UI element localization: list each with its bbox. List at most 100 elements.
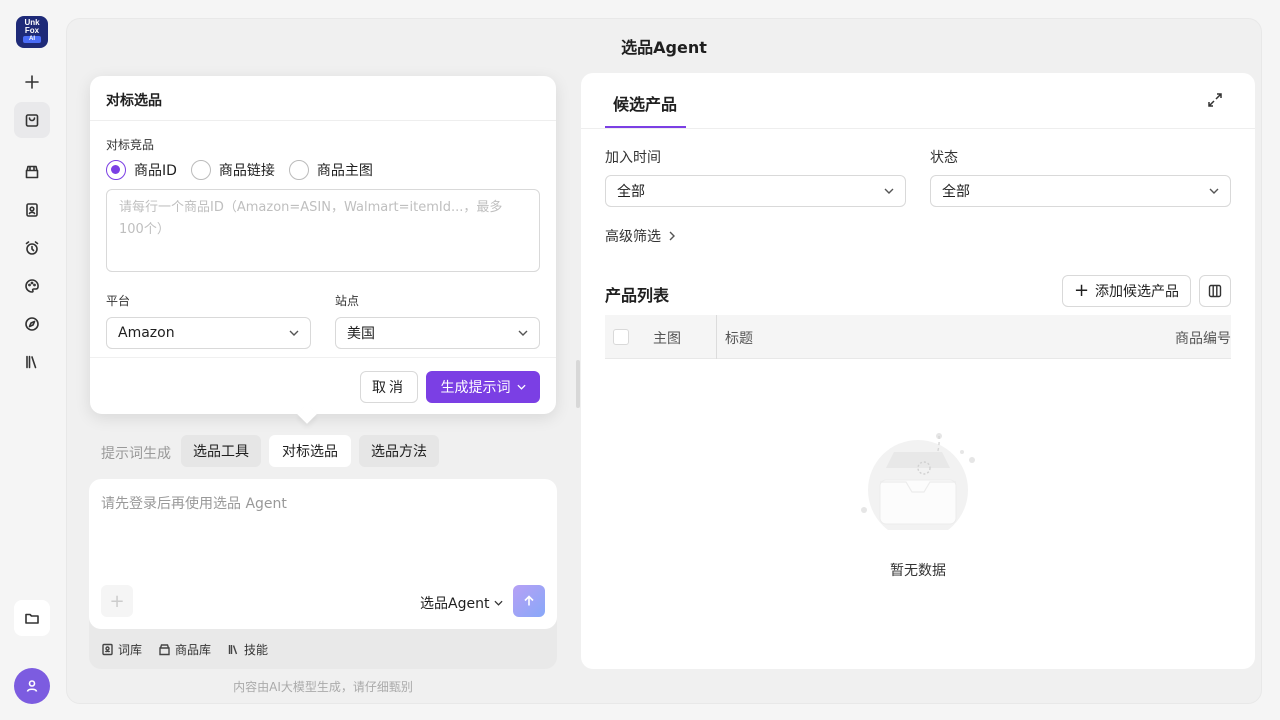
chevron-down-icon — [884, 188, 894, 194]
chevron-down-icon — [494, 600, 503, 606]
column-settings-button[interactable] — [1199, 275, 1231, 307]
contacts-icon — [102, 643, 113, 656]
join-time-value: 全部 — [617, 184, 645, 200]
reminders-nav[interactable] — [14, 230, 50, 266]
tab-divider — [581, 128, 1255, 129]
table-header — [605, 315, 1231, 359]
arrow-up-icon — [524, 595, 534, 606]
join-time-select[interactable]: 全部 — [605, 175, 906, 207]
radio-product-id[interactable]: 商品ID — [106, 160, 177, 180]
tool-label: 词库 — [118, 643, 143, 657]
left-rail: Unk Fox AI — [0, 0, 64, 720]
chevron-right-icon — [669, 231, 675, 241]
agent-select[interactable]: 选品Agent — [420, 593, 503, 613]
tool-product-library[interactable]: 商品库 — [158, 641, 211, 658]
column-header-title[interactable]: 标题 — [725, 328, 753, 348]
columns-icon — [1208, 284, 1222, 298]
popover-title: 对标选品 — [90, 76, 556, 121]
tool-label: 商品库 — [175, 643, 212, 657]
column-header-product-number[interactable]: 商品编号 — [1175, 328, 1231, 348]
contacts-nav[interactable] — [14, 192, 50, 228]
store-icon — [159, 644, 170, 656]
column-header-image[interactable]: 主图 — [653, 328, 681, 348]
user-icon — [26, 680, 38, 692]
empty-state-text: 暂无数据 — [890, 563, 946, 579]
palette-icon — [25, 279, 39, 293]
platform-select[interactable]: Amazon — [106, 317, 311, 349]
advanced-filter-link[interactable]: 高级筛选 — [605, 226, 675, 246]
platform-label: 平台 — [106, 294, 131, 308]
expand-button[interactable] — [1206, 91, 1224, 109]
store-icon — [25, 165, 39, 179]
library-icon — [26, 355, 37, 369]
prompt-generation-label: 提示词生成 — [101, 446, 171, 462]
page-title: 选品Agent — [621, 38, 707, 57]
plus-icon: + — [109, 590, 125, 612]
radio-dot — [288, 160, 309, 180]
logo-badge: AI — [23, 36, 41, 43]
tool-lexicon[interactable]: 词库 — [101, 641, 142, 658]
radio-dot — [190, 160, 211, 180]
advanced-filter-label: 高级筛选 — [605, 229, 661, 245]
competitor-type-radio-group: 商品ID 商品链接 商品主图 — [106, 160, 387, 180]
agent-select-value: 选品Agent — [420, 596, 490, 612]
radio-label: 商品ID — [134, 163, 177, 179]
shopping-bag-icon — [25, 114, 39, 127]
tab-candidate-products[interactable]: 候选产品 — [613, 91, 677, 115]
competitor-label: 对标竞品 — [106, 138, 155, 152]
chat-input-placeholder: 请先登录后再使用选品 Agent — [101, 496, 287, 512]
add-candidate-button[interactable]: + 添加候选产品 — [1062, 275, 1191, 307]
tool-row: 词库 商品库 技能 — [101, 641, 284, 658]
radio-product-link[interactable]: 商品链接 — [190, 160, 275, 180]
explore-nav[interactable] — [14, 306, 50, 342]
product-selection-nav[interactable] — [14, 102, 50, 138]
chevron-down-icon — [1209, 188, 1219, 194]
folder-icon — [25, 613, 39, 624]
library-nav[interactable] — [14, 344, 50, 380]
chevron-down-icon — [289, 330, 299, 336]
add-candidate-label: 添加候选产品 — [1095, 284, 1180, 300]
store-nav[interactable] — [14, 154, 50, 190]
new-chat-button[interactable] — [14, 64, 50, 100]
chevron-down-icon — [516, 384, 526, 390]
column-divider[interactable] — [716, 315, 717, 359]
status-label: 状态 — [930, 150, 958, 166]
compass-icon — [25, 317, 39, 331]
radio-product-image[interactable]: 商品主图 — [288, 160, 373, 180]
resize-handle[interactable] — [576, 360, 580, 408]
send-button[interactable] — [513, 585, 545, 617]
expand-icon — [1208, 93, 1222, 107]
ai-disclaimer: 内容由AI大模型生成，请仔细甄别 — [233, 680, 413, 694]
plus-icon: + — [1073, 280, 1090, 301]
product-id-textarea[interactable]: 请每行一个商品ID（Amazon=ASIN，Walmart=itemId...，… — [106, 189, 540, 272]
chip-benchmark-selection[interactable]: 对标选品 — [269, 435, 351, 467]
radio-dot — [106, 160, 126, 180]
library-icon — [228, 645, 238, 655]
platform-value: Amazon — [118, 325, 175, 341]
app-logo[interactable]: Unk Fox AI — [16, 16, 48, 48]
plus-icon — [25, 75, 39, 89]
contacts-icon — [26, 203, 38, 217]
attach-button[interactable]: + — [101, 585, 133, 617]
status-select[interactable]: 全部 — [930, 175, 1231, 207]
site-label: 站点 — [335, 294, 360, 308]
logo-line2: Fox — [24, 26, 40, 35]
empty-illustration — [858, 430, 978, 540]
design-nav[interactable] — [14, 268, 50, 304]
tool-skills[interactable]: 技能 — [227, 641, 268, 658]
files-button[interactable] — [14, 600, 50, 636]
alarm-clock-icon — [25, 241, 39, 255]
radio-label: 商品链接 — [218, 163, 275, 179]
radio-label: 商品主图 — [316, 163, 373, 179]
chevron-down-icon — [518, 330, 528, 336]
join-time-label: 加入时间 — [605, 150, 661, 166]
generate-label: 生成提示词 — [440, 380, 511, 396]
user-avatar[interactable] — [14, 668, 50, 704]
chip-selection-tools[interactable]: 选品工具 — [181, 435, 261, 467]
chip-selection-methods[interactable]: 选品方法 — [359, 435, 439, 467]
cancel-button[interactable]: 取消 — [360, 371, 418, 403]
status-value: 全部 — [942, 184, 970, 200]
site-select[interactable]: 美国 — [335, 317, 540, 349]
select-all-checkbox[interactable] — [613, 329, 629, 345]
generate-prompt-button[interactable]: 生成提示词 — [426, 371, 540, 403]
